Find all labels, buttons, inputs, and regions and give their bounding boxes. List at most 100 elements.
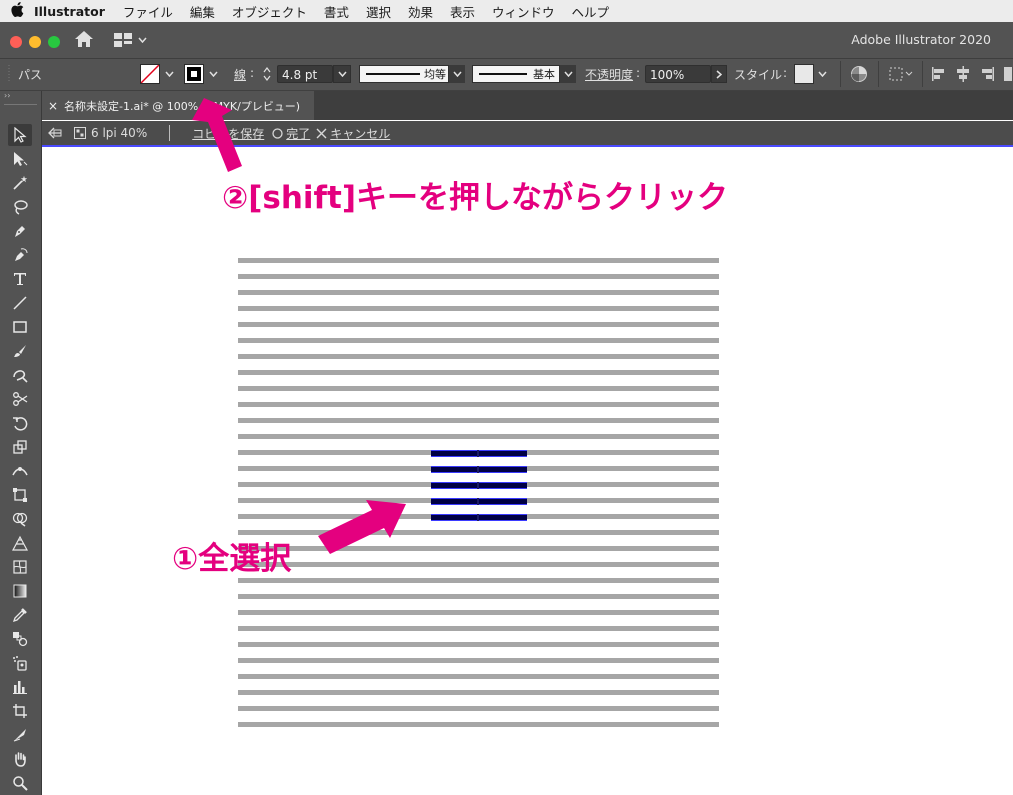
pattern-line — [238, 322, 719, 327]
selected-line[interactable] — [431, 466, 527, 473]
done-button[interactable]: 完了 — [286, 125, 310, 142]
chevron-down-icon — [138, 37, 147, 43]
blend-tool-icon[interactable] — [8, 628, 32, 650]
pen-tool-icon[interactable] — [8, 220, 32, 242]
minimize-window-button[interactable] — [29, 36, 41, 48]
column-graph-tool-icon[interactable] — [8, 676, 32, 698]
graphic-style-dropdown[interactable] — [815, 65, 829, 83]
opacity-slider-button[interactable] — [711, 65, 727, 83]
hand-tool-icon[interactable] — [8, 748, 32, 770]
perspective-grid-tool-icon[interactable] — [8, 532, 32, 554]
menu-select[interactable]: 選択 — [366, 2, 391, 21]
stroke-swatch[interactable] — [184, 64, 204, 84]
mac-menu-bar: Illustrator ファイル 編集 オブジェクト 書式 選択 効果 表示 ウ… — [0, 0, 1013, 22]
rotate-tool-icon[interactable] — [8, 412, 32, 434]
pattern-line — [238, 386, 719, 391]
zoom-window-button[interactable] — [48, 36, 60, 48]
menu-app-name[interactable]: Illustrator — [34, 4, 105, 19]
magic-wand-tool-icon[interactable] — [8, 172, 32, 194]
graphic-style-swatch[interactable] — [794, 64, 814, 84]
menu-edit[interactable]: 編集 — [190, 2, 215, 21]
document-tab[interactable]: × 名称未設定-1.ai* @ 100% (CMYK/プレビュー) — [42, 91, 314, 120]
stroke-weight-stepper[interactable] — [262, 65, 274, 83]
divider — [169, 125, 171, 141]
width-tool-icon[interactable] — [8, 460, 32, 482]
menu-file[interactable]: ファイル — [123, 2, 173, 21]
direct-selection-tool-icon[interactable] — [8, 148, 32, 170]
fill-swatch[interactable] — [140, 64, 160, 84]
opacity-label[interactable]: 不透明度 — [585, 66, 633, 83]
pattern-line — [238, 674, 719, 679]
pattern-icon — [74, 127, 86, 139]
symbol-sprayer-tool-icon[interactable] — [8, 652, 32, 674]
artboard-canvas[interactable] — [42, 147, 1013, 795]
slice-tool-icon[interactable] — [8, 724, 32, 746]
stroke-weight-input[interactable]: 4.8 pt — [277, 65, 333, 83]
align-to-button[interactable] — [888, 65, 914, 83]
line-segment-tool-icon[interactable] — [8, 292, 32, 314]
selected-line[interactable] — [431, 514, 527, 521]
apple-icon[interactable] — [0, 1, 34, 21]
window-title-bar: Adobe Illustrator 2020 — [0, 22, 1013, 59]
menu-object[interactable]: オブジェクト — [232, 2, 307, 21]
shape-builder-tool-icon[interactable] — [8, 508, 32, 530]
panel-collapse-icon[interactable]: ›› — [0, 91, 41, 102]
selected-line[interactable] — [431, 498, 527, 505]
stroke-color-icon — [187, 67, 201, 81]
brush-dropdown[interactable] — [560, 65, 576, 83]
align-overflow-icon[interactable] — [1004, 67, 1012, 81]
zoom-tool-icon[interactable] — [8, 772, 32, 794]
close-tab-icon[interactable]: × — [42, 99, 64, 113]
stroke-dropdown[interactable] — [206, 65, 220, 83]
pattern-line — [238, 578, 719, 583]
stroke-weight-label[interactable]: 線 — [234, 66, 246, 83]
annotation-step1: ①全選択 — [172, 541, 292, 577]
artboard-tool-icon[interactable] — [8, 700, 32, 722]
align-center-icon[interactable] — [954, 65, 972, 83]
pattern-line — [238, 402, 719, 407]
align-left-icon[interactable] — [930, 65, 948, 83]
mesh-tool-icon[interactable] — [8, 556, 32, 578]
chevron-right-icon — [716, 69, 722, 79]
opacity-input[interactable]: 100% — [645, 65, 711, 83]
free-transform-tool-icon[interactable] — [8, 484, 32, 506]
eyedropper-tool-icon[interactable] — [8, 604, 32, 626]
recolor-artwork-icon[interactable] — [850, 65, 868, 83]
shaper-tool-icon[interactable] — [8, 364, 32, 386]
rectangle-tool-icon[interactable] — [8, 316, 32, 338]
lasso-tool-icon[interactable] — [8, 196, 32, 218]
selected-line[interactable] — [431, 482, 527, 489]
annotation-step2: ②[shift]キーを押しながらクリック — [222, 180, 729, 216]
gradient-tool-icon[interactable] — [8, 580, 32, 602]
variable-width-profile[interactable]: 均等 — [359, 65, 449, 83]
home-icon[interactable] — [74, 30, 96, 50]
pattern-line — [238, 530, 719, 535]
selected-line[interactable] — [431, 450, 527, 457]
menu-window[interactable]: ウィンドウ — [492, 2, 555, 21]
align-right-icon[interactable] — [978, 65, 996, 83]
close-window-button[interactable] — [10, 36, 22, 48]
brush-definition[interactable]: 基本 — [472, 65, 560, 83]
menu-help[interactable]: ヘルプ — [572, 2, 610, 21]
menu-effect[interactable]: 効果 — [408, 2, 433, 21]
selection-tool-icon[interactable] — [8, 124, 32, 146]
pattern-line — [238, 610, 719, 615]
menu-type[interactable]: 書式 — [324, 2, 349, 21]
back-arrow-icon[interactable] — [48, 127, 64, 139]
pattern-line — [238, 642, 719, 647]
workspace-switcher-button[interactable] — [114, 30, 154, 50]
cancel-button[interactable]: キャンセル — [330, 125, 390, 142]
scale-tool-icon[interactable] — [8, 436, 32, 458]
scissors-tool-icon[interactable] — [8, 388, 32, 410]
type-tool-icon[interactable] — [8, 268, 32, 290]
paintbrush-tool-icon[interactable] — [8, 340, 32, 362]
style-label: スタイル — [734, 68, 783, 82]
curvature-tool-icon[interactable] — [8, 244, 32, 266]
divider — [922, 61, 923, 87]
fill-dropdown[interactable] — [162, 65, 176, 83]
stroke-weight-dropdown[interactable] — [333, 65, 351, 83]
chevron-down-icon — [337, 71, 347, 77]
profile-dropdown[interactable] — [449, 65, 465, 83]
menu-view[interactable]: 表示 — [450, 2, 475, 21]
opacity-colon: : — [636, 66, 641, 80]
